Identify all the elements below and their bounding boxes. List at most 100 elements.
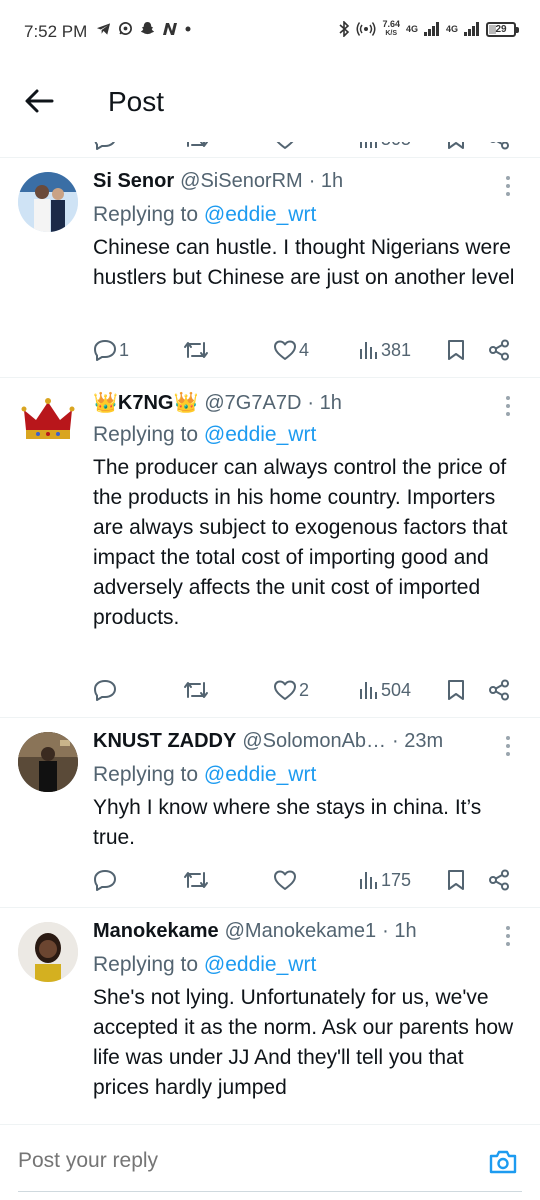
- mention-link[interactable]: @eddie_wrt: [204, 763, 316, 786]
- more-options-button[interactable]: [506, 396, 512, 420]
- share-button[interactable]: [488, 675, 510, 705]
- tweet-header: Si Senor @SiSenorRM · 1h: [93, 170, 520, 198]
- previous-tweet-actions: 505: [0, 142, 540, 158]
- mention-link[interactable]: @eddie_wrt: [204, 953, 316, 976]
- author-handle[interactable]: @Manokekame1: [225, 920, 376, 943]
- more-icon: [506, 176, 512, 196]
- share-button[interactable]: [488, 335, 510, 365]
- views-count: 175: [381, 869, 412, 890]
- bookmark-icon: [448, 142, 464, 149]
- mention-link[interactable]: @eddie_wrt: [204, 423, 316, 446]
- reply-button[interactable]: [93, 675, 117, 705]
- author-handle[interactable]: @7G7A7D: [204, 392, 301, 415]
- bookmark-icon: [448, 870, 464, 890]
- back-button[interactable]: [24, 88, 60, 118]
- reply-button[interactable]: [93, 142, 117, 154]
- more-options-button[interactable]: [506, 176, 512, 200]
- more-options-button[interactable]: [506, 736, 512, 760]
- repost-button[interactable]: [183, 865, 209, 895]
- repost-button[interactable]: [183, 142, 209, 154]
- share-icon: [490, 142, 509, 150]
- reply-tweet[interactable]: KNUST ZADDY @SolomonAb… · 23m Replying t…: [0, 718, 540, 908]
- signal-icon-2: [464, 22, 479, 36]
- author-handle[interactable]: @SiSenorRM: [180, 170, 303, 193]
- tweet-header: 👑K7NG👑 @7G7A7D · 1h: [93, 390, 520, 418]
- tweet-text: Chinese can hustle. I thought Nigerians …: [93, 236, 515, 289]
- more-icon: [506, 396, 512, 416]
- avatar[interactable]: [18, 172, 78, 232]
- share-icon: [489, 679, 509, 701]
- views-button[interactable]: 504: [358, 675, 411, 705]
- tweet-time: · 23m: [392, 730, 444, 752]
- repost-icon: [184, 342, 208, 358]
- share-icon: [489, 339, 509, 361]
- reply-tweet[interactable]: Si Senor @SiSenorRM · 1h Replying to @ed…: [0, 158, 540, 378]
- tweet-header: KNUST ZADDY @SolomonAb… · 23m: [93, 730, 520, 758]
- avatar[interactable]: [18, 922, 78, 982]
- replying-to: Replying to @eddie_wrt: [93, 423, 317, 446]
- share-button[interactable]: [488, 865, 510, 895]
- whatsapp-icon: [119, 22, 132, 35]
- repost-button[interactable]: [183, 335, 209, 365]
- views-button[interactable]: 505: [358, 142, 411, 154]
- reply-button[interactable]: [93, 865, 117, 895]
- author-handle[interactable]: @SolomonAb…: [242, 730, 386, 753]
- replying-to: Replying to @eddie_wrt: [93, 953, 317, 976]
- more-icon: [506, 926, 512, 946]
- bookmark-button[interactable]: [446, 865, 466, 895]
- reply-input[interactable]: [18, 1149, 438, 1173]
- tweet-body: 👑K7NG👑 @7G7A7D · 1h Replying to @eddie_w…: [93, 390, 520, 633]
- like-icon: [274, 680, 296, 700]
- tweet-body: KNUST ZADDY @SolomonAb… · 23m Replying t…: [93, 730, 520, 853]
- crown-avatar-image: [18, 392, 78, 452]
- like-button[interactable]: [273, 865, 297, 895]
- bookmark-button[interactable]: [446, 142, 466, 154]
- like-button[interactable]: [273, 142, 297, 154]
- replies-feed[interactable]: 505 Si Senor @SiSenorRM: [0, 142, 540, 1124]
- avatar-image: [18, 922, 78, 982]
- share-icon: [489, 869, 509, 891]
- repost-icon: [187, 142, 208, 147]
- author-name[interactable]: KNUST ZADDY: [93, 730, 236, 753]
- more-options-button[interactable]: [506, 926, 512, 950]
- bookmark-button[interactable]: [446, 675, 466, 705]
- network-type-1: 4G: [405, 24, 418, 34]
- reply-icon: [94, 870, 116, 891]
- replying-to: Replying to @eddie_wrt: [93, 203, 317, 226]
- author-name[interactable]: 👑K7NG👑: [93, 390, 198, 415]
- views-button[interactable]: 381: [358, 335, 411, 365]
- camera-button[interactable]: [488, 1149, 518, 1177]
- tweet-time: · 1h: [307, 392, 342, 414]
- camera-icon: [489, 1150, 517, 1174]
- views-button[interactable]: 175: [358, 865, 411, 895]
- bookmark-button[interactable]: [446, 335, 466, 365]
- tweet-time: · 1h: [382, 920, 417, 942]
- bookmark-icon: [448, 340, 464, 360]
- tweet-body: Manokekame @Manokekame1 · 1h Replying to…: [93, 920, 520, 1103]
- page-title: Post: [108, 86, 165, 117]
- reply-button[interactable]: 1: [93, 335, 129, 365]
- reply-count: 1: [119, 339, 130, 360]
- share-button[interactable]: [488, 142, 510, 154]
- author-name[interactable]: Si Senor: [93, 170, 174, 193]
- like-button[interactable]: 4: [273, 335, 309, 365]
- like-icon: [274, 870, 296, 890]
- reply-tweet[interactable]: 👑K7NG👑 @7G7A7D · 1h Replying to @eddie_w…: [0, 378, 540, 718]
- repost-icon: [184, 682, 208, 698]
- reply-composer: [0, 1124, 540, 1200]
- avatar[interactable]: [18, 392, 78, 452]
- repost-button[interactable]: [183, 675, 209, 705]
- reply-input-underline: [18, 1191, 522, 1192]
- author-name[interactable]: Manokekame: [93, 920, 219, 943]
- mention-link[interactable]: @eddie_wrt: [204, 203, 316, 226]
- avatar-image: [18, 732, 78, 792]
- more-notifications-icon: [185, 26, 191, 31]
- avatar[interactable]: [18, 732, 78, 792]
- action-bar: 2 504: [93, 675, 516, 705]
- reply-tweet[interactable]: Manokekame @Manokekame1 · 1h Replying to…: [0, 908, 540, 1124]
- tweet-text: Yhyh I know where she stays in china. It…: [93, 796, 482, 849]
- avatar-image: [18, 172, 78, 232]
- status-bar: 7:52 PM 7.64 K/S 4G 4G 29: [0, 0, 540, 66]
- like-button[interactable]: 2: [273, 675, 309, 705]
- repost-icon: [184, 872, 208, 888]
